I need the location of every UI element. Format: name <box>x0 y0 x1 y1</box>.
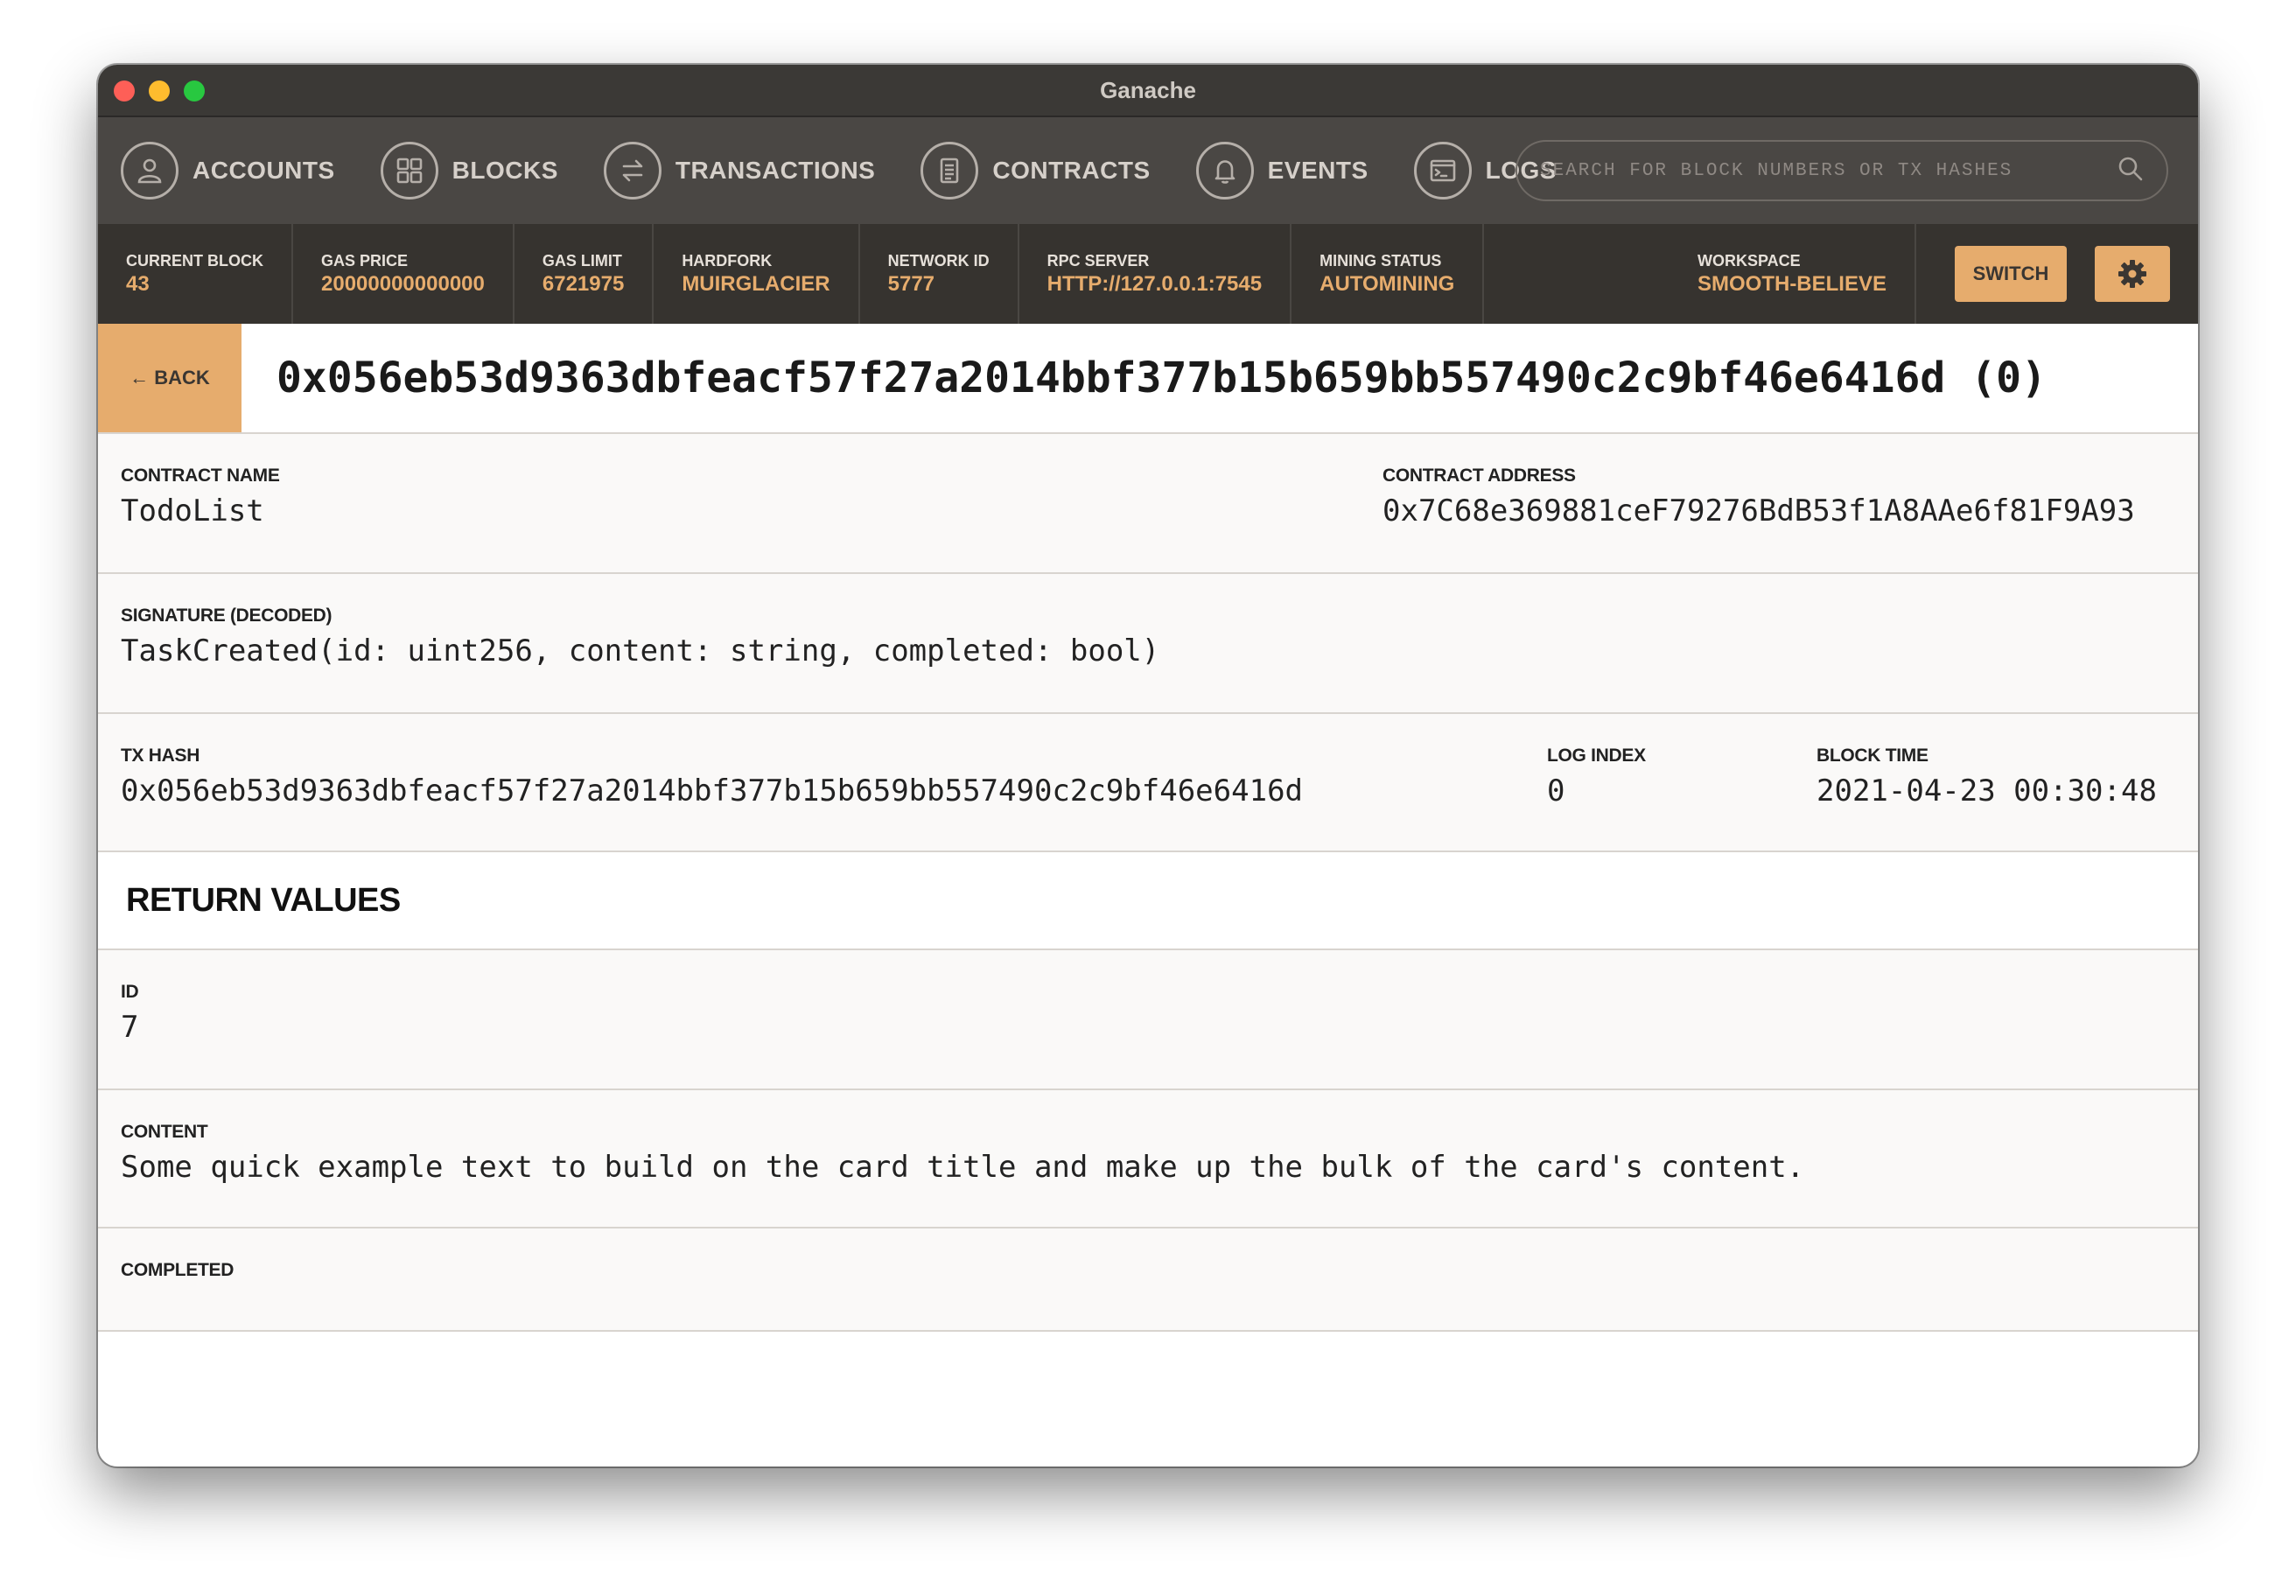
stat-value: HTTP://127.0.0.1:7545 <box>1046 271 1263 296</box>
contract-address-value: 0x7C68e369881ceF79276BdB53f1A8AAe6f81F9A… <box>1382 494 2135 528</box>
close-window-button[interactable] <box>114 80 135 102</box>
stat-value: AUTOMINING <box>1320 271 1455 296</box>
bell-icon <box>1195 142 1254 200</box>
nav-transactions[interactable]: TRANSACTIONS <box>603 142 876 200</box>
contract-address-label: CONTRACT ADDRESS <box>1382 466 1576 486</box>
contract-address-field: CONTRACT ADDRESS 0x7C68e369881ceF79276Bd… <box>1382 466 2135 528</box>
stat-value: SMOOTH-BELIEVE <box>1697 271 1886 296</box>
minimize-window-button[interactable] <box>149 80 170 102</box>
blocks-icon <box>380 142 438 200</box>
return-id-value: 7 <box>121 1010 139 1045</box>
signature-value: TaskCreated(id: uint256, content: string… <box>121 634 1160 668</box>
back-button[interactable]: ← BACK <box>98 324 242 432</box>
terminal-icon <box>1413 142 1472 200</box>
nav-blocks[interactable]: BLOCKS <box>380 142 558 200</box>
log-index-label: LOG INDEX <box>1547 746 1646 766</box>
return-completed-section: COMPLETED <box>98 1228 2198 1332</box>
return-id-section: ID 7 <box>98 950 2198 1090</box>
window-controls <box>114 80 205 102</box>
status-spacer <box>1484 224 1670 324</box>
stat-label: RPC SERVER <box>1046 251 1150 270</box>
nav-events-label: EVENTS <box>1267 157 1368 184</box>
nav-accounts-label: ACCOUNTS <box>192 157 335 184</box>
stat-value: 5777 <box>887 271 935 296</box>
nav-blocks-label: BLOCKS <box>452 157 558 184</box>
tx-hash-value: 0x056eb53d9363dbfeacf57f27a2014bbf377b15… <box>121 774 1304 808</box>
nav-accounts[interactable]: ACCOUNTS <box>121 142 335 200</box>
settings-button[interactable] <box>2095 246 2170 302</box>
return-content-value: Some quick example text to build on the … <box>121 1150 1805 1185</box>
nav-contracts-label: CONTRACTS <box>992 157 1151 184</box>
contract-section: CONTRACT NAME TodoList CONTRACT ADDRESS … <box>98 434 2198 574</box>
stat-label: CURRENT BLOCK <box>126 251 263 270</box>
stat-network-id: NETWORK ID 5777 <box>860 224 1019 324</box>
gear-icon <box>2118 260 2146 288</box>
stat-current-block: CURRENT BLOCK 43 <box>98 224 293 324</box>
block-time-label: BLOCK TIME <box>1816 746 1928 766</box>
stat-label: GAS LIMIT <box>542 251 622 270</box>
switch-workspace-button[interactable]: SWITCH <box>1955 246 2067 302</box>
search-icon[interactable] <box>2116 154 2146 188</box>
stat-value: MUIRGLACIER <box>682 271 830 296</box>
app-window: Ganache ACCOUNTS BLOCKS TRANSACTIONS CON… <box>98 65 2198 1466</box>
event-header: ← BACK 0x056eb53d9363dbfeacf57f27a2014bb… <box>98 324 2198 434</box>
zoom-window-button[interactable] <box>184 80 205 102</box>
stat-label: MINING STATUS <box>1320 251 1442 270</box>
stat-workspace: WORKSPACE SMOOTH-BELIEVE <box>1670 224 1916 324</box>
stat-label: HARDFORK <box>682 251 773 270</box>
tx-hash-label: TX HASH <box>121 746 200 766</box>
stat-rpc-server: RPC SERVER HTTP://127.0.0.1:7545 <box>1019 224 1292 324</box>
stat-hardfork: HARDFORK MUIRGLACIER <box>654 224 860 324</box>
return-content-label: CONTENT <box>121 1122 208 1142</box>
stat-value: 6721975 <box>542 271 625 296</box>
stat-value: 20000000000000 <box>321 271 485 296</box>
contract-name-field: CONTRACT NAME TodoList <box>121 466 280 528</box>
page-title: 0x056eb53d9363dbfeacf57f27a2014bbf377b15… <box>276 354 2047 402</box>
user-icon <box>121 142 178 200</box>
stat-mining-status: MINING STATUS AUTOMINING <box>1292 224 1485 324</box>
return-content-field: CONTENT Some quick example text to build… <box>121 1122 1804 1185</box>
log-index-value: 0 <box>1547 774 1565 808</box>
nav-events[interactable]: EVENTS <box>1195 142 1368 200</box>
return-values-title: RETURN VALUES <box>126 881 401 919</box>
tx-section: TX HASH 0x056eb53d9363dbfeacf57f27a2014b… <box>98 714 2198 852</box>
block-time-value: 2021-04-23 00:30:48 <box>1816 774 2157 808</box>
nav-transactions-label: TRANSACTIONS <box>675 157 876 184</box>
window-title: Ganache <box>1100 76 1196 103</box>
contract-name-value: TodoList <box>121 494 264 528</box>
signature-section: SIGNATURE (DECODED) TaskCreated(id: uint… <box>98 574 2198 714</box>
stat-label: NETWORK ID <box>887 251 990 270</box>
search-bar <box>1516 140 2168 201</box>
nav-contracts[interactable]: CONTRACTS <box>920 142 1150 200</box>
document-icon <box>920 142 979 200</box>
transfer-icon <box>603 142 662 200</box>
stat-value: 43 <box>126 271 150 296</box>
return-completed-field: COMPLETED <box>121 1260 234 1288</box>
return-completed-label: COMPLETED <box>121 1260 234 1280</box>
stat-gas-price: GAS PRICE 20000000000000 <box>293 224 514 324</box>
return-content-section: CONTENT Some quick example text to build… <box>98 1090 2198 1228</box>
tx-hash-field: TX HASH 0x056eb53d9363dbfeacf57f27a2014b… <box>121 746 1303 808</box>
stat-label: GAS PRICE <box>321 251 409 270</box>
contract-name-label: CONTRACT NAME <box>121 466 280 486</box>
signature-field: SIGNATURE (DECODED) TaskCreated(id: uint… <box>121 606 1159 668</box>
return-id-label: ID <box>121 982 139 1002</box>
event-details: CONTRACT NAME TodoList CONTRACT ADDRESS … <box>98 434 2198 1332</box>
status-bar: CURRENT BLOCK 43 GAS PRICE 2000000000000… <box>98 224 2198 324</box>
block-time-field: BLOCK TIME 2021-04-23 00:30:48 <box>1816 746 2157 808</box>
signature-label: SIGNATURE (DECODED) <box>121 606 332 626</box>
title-bar: Ganache <box>98 65 2198 117</box>
return-id-field: ID 7 <box>121 982 139 1045</box>
stat-gas-limit: GAS LIMIT 6721975 <box>514 224 654 324</box>
search-input[interactable] <box>1538 159 2116 182</box>
stat-label: WORKSPACE <box>1697 251 1801 270</box>
log-index-field: LOG INDEX 0 <box>1547 746 1646 808</box>
return-values-header: RETURN VALUES <box>98 852 2198 950</box>
top-navigation: ACCOUNTS BLOCKS TRANSACTIONS CONTRACTS E… <box>98 117 2198 224</box>
